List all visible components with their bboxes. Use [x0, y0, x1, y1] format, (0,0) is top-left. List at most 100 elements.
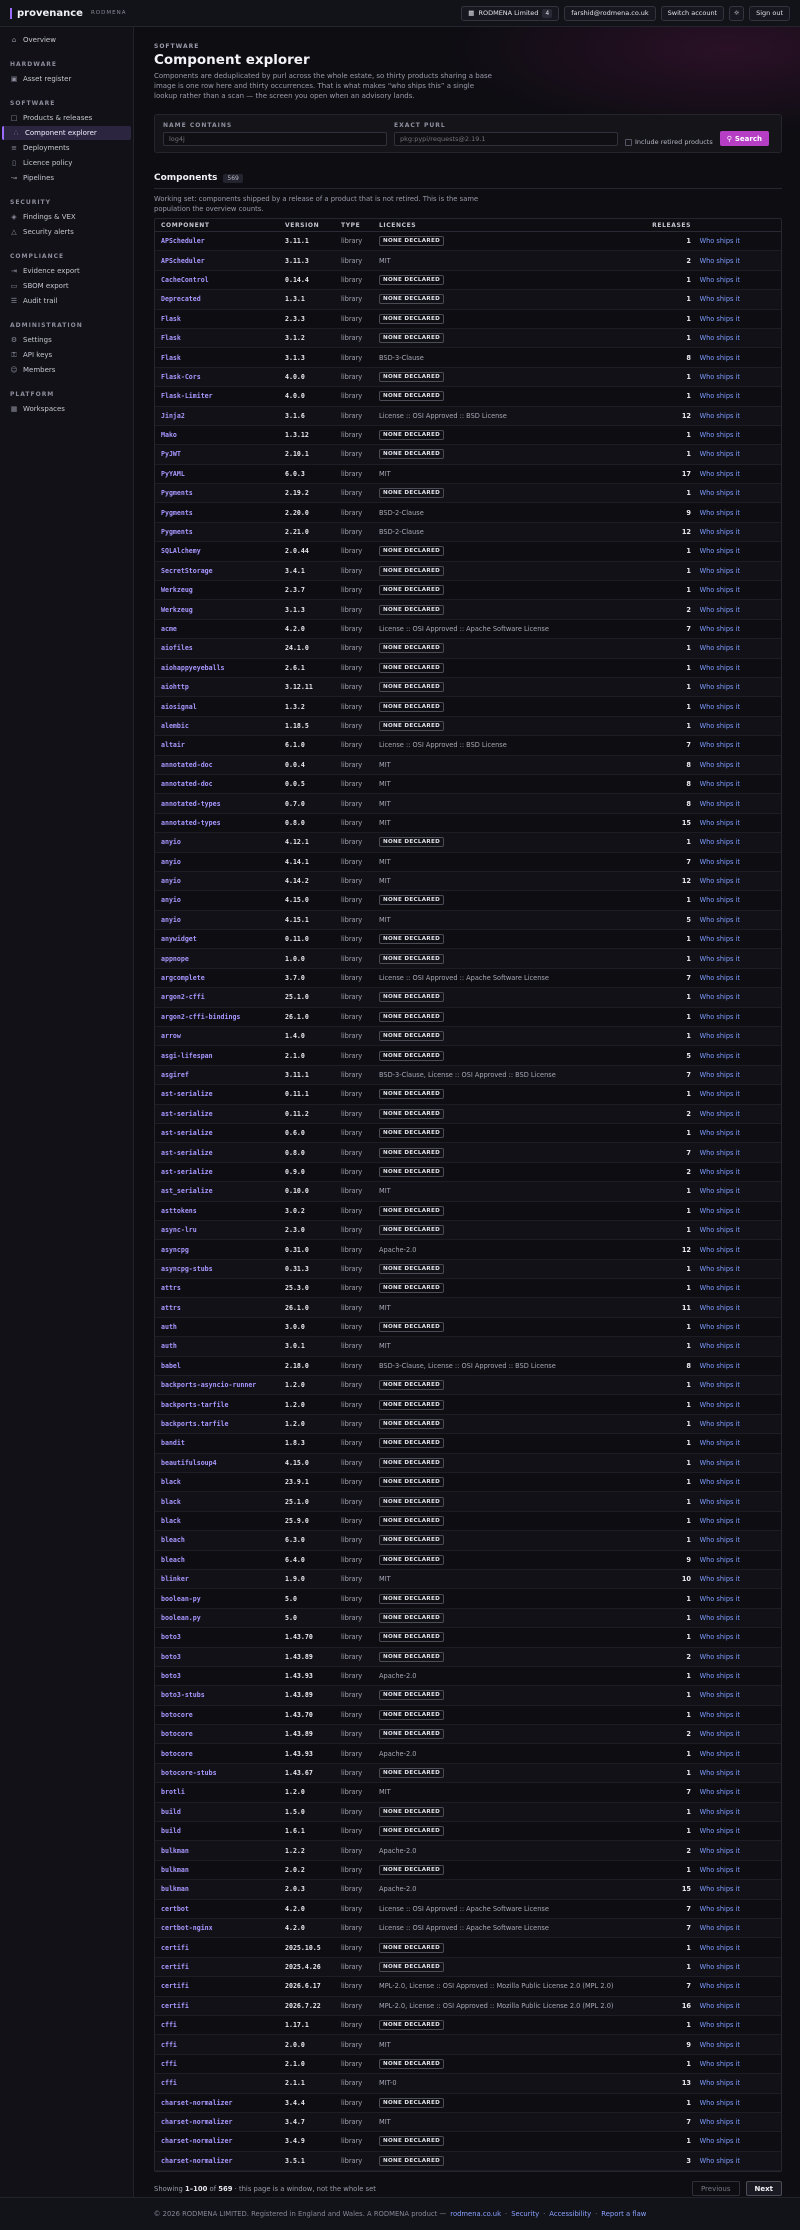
who-ships-it-link[interactable]: Who ships it	[691, 1536, 745, 1544]
component-name-link[interactable]: PyYAML	[155, 470, 285, 478]
who-ships-it-link[interactable]: Who ships it	[691, 1517, 745, 1525]
component-name-link[interactable]: bleach	[155, 1556, 285, 1564]
who-ships-it-link[interactable]: Who ships it	[691, 1246, 745, 1254]
who-ships-it-link[interactable]: Who ships it	[691, 295, 745, 303]
who-ships-it-link[interactable]: Who ships it	[691, 1323, 745, 1331]
component-name-link[interactable]: ast-serialize	[155, 1090, 285, 1098]
component-name-link[interactable]: Deprecated	[155, 295, 285, 303]
component-name-link[interactable]: attrs	[155, 1304, 285, 1312]
component-name-link[interactable]: charset-normalizer	[155, 2118, 285, 2126]
who-ships-it-link[interactable]: Who ships it	[691, 528, 745, 536]
component-name-link[interactable]: black	[155, 1517, 285, 1525]
who-ships-it-link[interactable]: Who ships it	[691, 567, 745, 575]
component-name-link[interactable]: build	[155, 1827, 285, 1835]
component-name-link[interactable]: Flask-Limiter	[155, 392, 285, 400]
component-name-link[interactable]: Jinja2	[155, 412, 285, 420]
component-name-link[interactable]: auth	[155, 1342, 285, 1350]
previous-button[interactable]: Previous	[691, 2181, 740, 2197]
component-name-link[interactable]: asgiref	[155, 1071, 285, 1079]
component-name-link[interactable]: arrow	[155, 1032, 285, 1040]
component-name-link[interactable]: bandit	[155, 1439, 285, 1447]
component-name-link[interactable]: aiohttp	[155, 683, 285, 691]
who-ships-it-link[interactable]: Who ships it	[691, 780, 745, 788]
component-name-link[interactable]: certbot-nginx	[155, 1924, 285, 1932]
component-name-link[interactable]: APScheduler	[155, 257, 285, 265]
component-name-link[interactable]: bleach	[155, 1536, 285, 1544]
sidebar-item-products-releases[interactable]: □ Products & releases	[2, 111, 131, 125]
component-name-link[interactable]: cffi	[155, 2079, 285, 2087]
component-name-link[interactable]: boto3	[155, 1633, 285, 1641]
who-ships-it-link[interactable]: Who ships it	[691, 916, 745, 924]
sun-icon[interactable]: ☼	[729, 5, 745, 21]
who-ships-it-link[interactable]: Who ships it	[691, 1304, 745, 1312]
component-name-link[interactable]: certifi	[155, 1944, 285, 1952]
who-ships-it-link[interactable]: Who ships it	[691, 1614, 745, 1622]
component-name-link[interactable]: aiohappyeyeballs	[155, 664, 285, 672]
who-ships-it-link[interactable]: Who ships it	[691, 1168, 745, 1176]
component-name-link[interactable]: black	[155, 1478, 285, 1486]
who-ships-it-link[interactable]: Who ships it	[691, 1110, 745, 1118]
who-ships-it-link[interactable]: Who ships it	[691, 644, 745, 652]
who-ships-it-link[interactable]: Who ships it	[691, 1013, 745, 1021]
who-ships-it-link[interactable]: Who ships it	[691, 1207, 745, 1215]
sidebar-item-deployments[interactable]: ≡ Deployments	[2, 141, 131, 155]
component-name-link[interactable]: appnope	[155, 955, 285, 963]
who-ships-it-link[interactable]: Who ships it	[691, 896, 745, 904]
who-ships-it-link[interactable]: Who ships it	[691, 1381, 745, 1389]
org-switcher[interactable]: ▦ RODMENA Limited 4	[461, 5, 560, 21]
component-name-link[interactable]: annotated-doc	[155, 780, 285, 788]
who-ships-it-link[interactable]: Who ships it	[691, 354, 745, 362]
component-name-link[interactable]: certifi	[155, 1963, 285, 1971]
component-name-link[interactable]: acme	[155, 625, 285, 633]
sidebar-item-api-keys[interactable]: ⚿ API keys	[2, 348, 131, 362]
who-ships-it-link[interactable]: Who ships it	[691, 1439, 745, 1447]
component-name-link[interactable]: bulkman	[155, 1885, 285, 1893]
component-name-link[interactable]: blinker	[155, 1575, 285, 1583]
component-name-link[interactable]: botocore-stubs	[155, 1769, 285, 1777]
who-ships-it-link[interactable]: Who ships it	[691, 1226, 745, 1234]
component-name-link[interactable]: anyio	[155, 877, 285, 885]
name-contains-input[interactable]	[163, 132, 387, 146]
switch-account-button[interactable]: Switch account	[660, 5, 725, 21]
who-ships-it-link[interactable]: Who ships it	[691, 1478, 745, 1486]
component-name-link[interactable]: charset-normalizer	[155, 2137, 285, 2145]
component-name-link[interactable]: Flask	[155, 315, 285, 323]
component-name-link[interactable]: anyio	[155, 838, 285, 846]
who-ships-it-link[interactable]: Who ships it	[691, 2041, 745, 2049]
sidebar-item-overview[interactable]: ⌂ Overview	[2, 33, 131, 47]
footer-link-report-flaw[interactable]: Report a flaw	[601, 2210, 646, 2218]
component-name-link[interactable]: backports.tarfile	[155, 1420, 285, 1428]
who-ships-it-link[interactable]: Who ships it	[691, 2118, 745, 2126]
footer-link-security[interactable]: Security	[511, 2210, 539, 2218]
who-ships-it-link[interactable]: Who ships it	[691, 257, 745, 265]
component-name-link[interactable]: bulkman	[155, 1866, 285, 1874]
who-ships-it-link[interactable]: Who ships it	[691, 2002, 745, 2010]
who-ships-it-link[interactable]: Who ships it	[691, 2137, 745, 2145]
who-ships-it-link[interactable]: Who ships it	[691, 1149, 745, 1157]
component-name-link[interactable]: bulkman	[155, 1847, 285, 1855]
who-ships-it-link[interactable]: Who ships it	[691, 1944, 745, 1952]
component-name-link[interactable]: Flask-Cors	[155, 373, 285, 381]
component-name-link[interactable]: asyncpg	[155, 1246, 285, 1254]
who-ships-it-link[interactable]: Who ships it	[691, 1847, 745, 1855]
who-ships-it-link[interactable]: Who ships it	[691, 431, 745, 439]
who-ships-it-link[interactable]: Who ships it	[691, 800, 745, 808]
sidebar-item-pipelines[interactable]: ↝ Pipelines	[2, 171, 131, 185]
who-ships-it-link[interactable]: Who ships it	[691, 1187, 745, 1195]
who-ships-it-link[interactable]: Who ships it	[691, 2060, 745, 2068]
component-name-link[interactable]: boto3	[155, 1672, 285, 1680]
component-name-link[interactable]: certifi	[155, 2002, 285, 2010]
component-name-link[interactable]: cffi	[155, 2021, 285, 2029]
component-name-link[interactable]: boto3	[155, 1653, 285, 1661]
component-name-link[interactable]: build	[155, 1808, 285, 1816]
component-name-link[interactable]: async-lru	[155, 1226, 285, 1234]
who-ships-it-link[interactable]: Who ships it	[691, 1711, 745, 1719]
component-name-link[interactable]: black	[155, 1498, 285, 1506]
component-name-link[interactable]: ast-serialize	[155, 1129, 285, 1137]
component-name-link[interactable]: SecretStorage	[155, 567, 285, 575]
who-ships-it-link[interactable]: Who ships it	[691, 858, 745, 866]
who-ships-it-link[interactable]: Who ships it	[691, 237, 745, 245]
who-ships-it-link[interactable]: Who ships it	[691, 489, 745, 497]
component-name-link[interactable]: attrs	[155, 1284, 285, 1292]
component-name-link[interactable]: asyncpg-stubs	[155, 1265, 285, 1273]
